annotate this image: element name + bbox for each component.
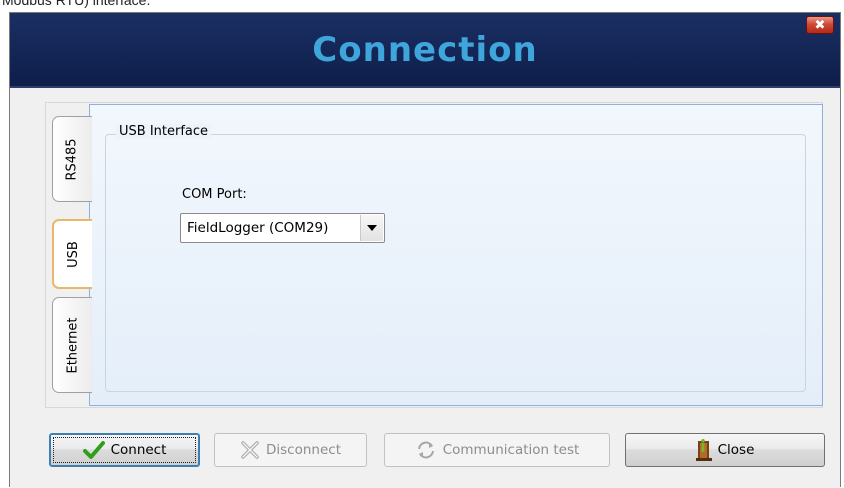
tab-usb[interactable]: USB bbox=[52, 219, 92, 289]
dialog-title: Connection bbox=[312, 29, 538, 70]
disconnect-icon bbox=[240, 440, 260, 460]
usb-interface-legend: USB Interface bbox=[116, 124, 212, 139]
com-port-value: FieldLogger (COM29) bbox=[187, 220, 329, 236]
close-button[interactable]: Close bbox=[625, 433, 825, 467]
close-label: Close bbox=[717, 442, 755, 458]
close-icon: ✖ bbox=[814, 18, 826, 33]
disconnect-label: Disconnect bbox=[266, 442, 341, 458]
tab-rs485[interactable]: RS485 bbox=[52, 116, 92, 202]
title-bar: Connection ✖ bbox=[10, 13, 840, 86]
communication-test-button[interactable]: Communication test bbox=[384, 433, 610, 467]
communication-test-label: Communication test bbox=[442, 442, 580, 458]
chevron-down-icon[interactable] bbox=[360, 215, 383, 241]
tab-ethernet[interactable]: Ethernet bbox=[52, 297, 92, 393]
window-close-button[interactable]: ✖ bbox=[806, 16, 834, 34]
refresh-icon bbox=[415, 440, 437, 460]
usb-interface-group bbox=[105, 134, 806, 392]
door-exit-icon bbox=[695, 439, 712, 461]
connect-button[interactable]: Connect bbox=[49, 433, 200, 467]
focus-ring bbox=[53, 437, 196, 463]
com-port-label: COM Port: bbox=[182, 187, 247, 202]
disconnect-button[interactable]: Disconnect bbox=[214, 433, 367, 467]
com-port-select[interactable]: FieldLogger (COM29) bbox=[180, 213, 385, 243]
tab-label: USB bbox=[65, 240, 81, 268]
tab-label: Ethernet bbox=[65, 317, 80, 373]
page-caption-text: Modbus RTU) interface. bbox=[2, 0, 151, 8]
tab-label: RS485 bbox=[65, 137, 81, 181]
